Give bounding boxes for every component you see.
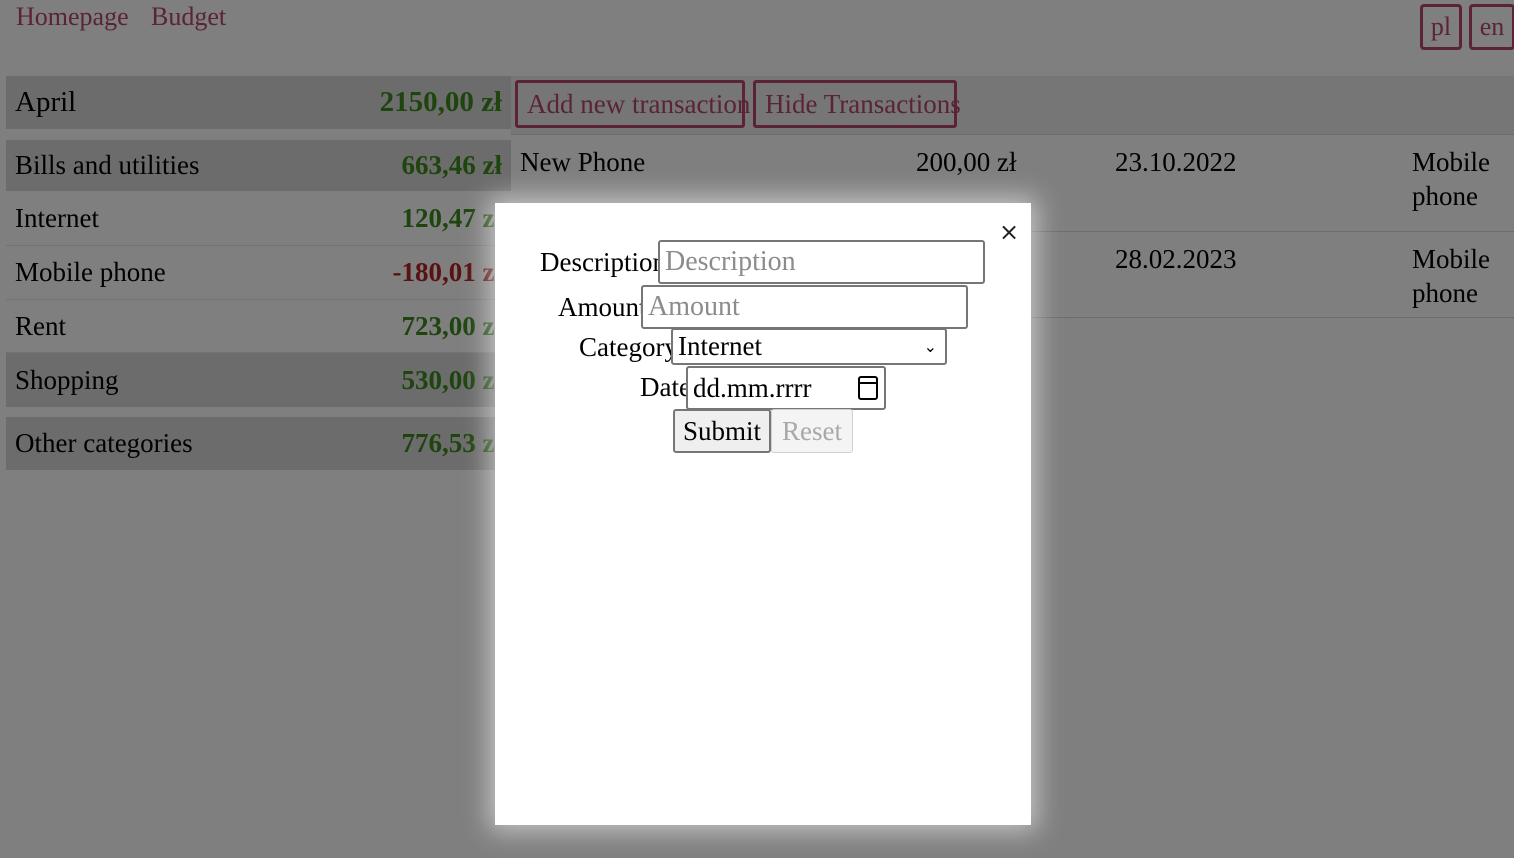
date-input[interactable]: dd.mm.rrrr — [686, 366, 886, 410]
amount-label: Amount — [558, 292, 647, 322]
amount-placeholder: Amount — [648, 291, 740, 322]
amount-input[interactable]: Amount — [641, 285, 968, 329]
description-label: Description — [540, 247, 666, 277]
category-selected-value: Internet — [678, 331, 762, 361]
description-input[interactable]: Description — [658, 240, 985, 284]
add-transaction-modal: × Description Description Amount Amount … — [495, 203, 1031, 825]
category-label: Category — [579, 332, 678, 362]
reset-button[interactable]: Reset — [771, 409, 853, 453]
close-icon[interactable]: × — [998, 219, 1020, 245]
date-format-value: dd.mm.rrrr — [693, 373, 812, 403]
category-select[interactable]: Internet ⌄ — [671, 328, 947, 365]
submit-button[interactable]: Submit — [673, 409, 771, 453]
date-label: Date — [640, 372, 691, 402]
description-placeholder: Description — [665, 246, 796, 277]
chevron-down-icon: ⌄ — [923, 337, 937, 356]
calendar-icon[interactable] — [858, 376, 878, 400]
